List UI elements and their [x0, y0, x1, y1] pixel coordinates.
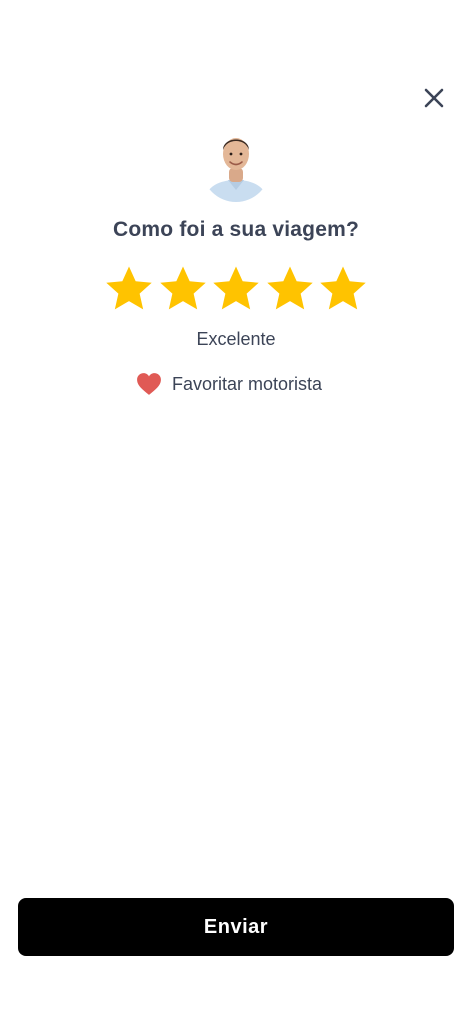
submit-button[interactable]: Enviar [18, 898, 454, 956]
rating-question: Como foi a sua viagem? [113, 218, 359, 241]
star-icon-4[interactable] [265, 264, 315, 314]
favorite-driver-toggle[interactable]: Favoritar motorista [136, 370, 322, 398]
star-rating[interactable] [104, 264, 368, 314]
rating-screen: Como foi a sua viagem? Excelente Favorit… [0, 0, 472, 1024]
close-icon [424, 88, 444, 108]
driver-avatar [202, 130, 270, 202]
star-icon-2[interactable] [158, 264, 208, 314]
close-button[interactable] [420, 84, 448, 112]
heart-icon [137, 373, 161, 395]
star-icon-5[interactable] [318, 264, 368, 314]
star-icon-3[interactable] [211, 264, 261, 314]
star-icon-1[interactable] [104, 264, 154, 314]
rating-label: Excelente [196, 329, 276, 349]
favorite-label: Favoritar motorista [172, 373, 323, 394]
